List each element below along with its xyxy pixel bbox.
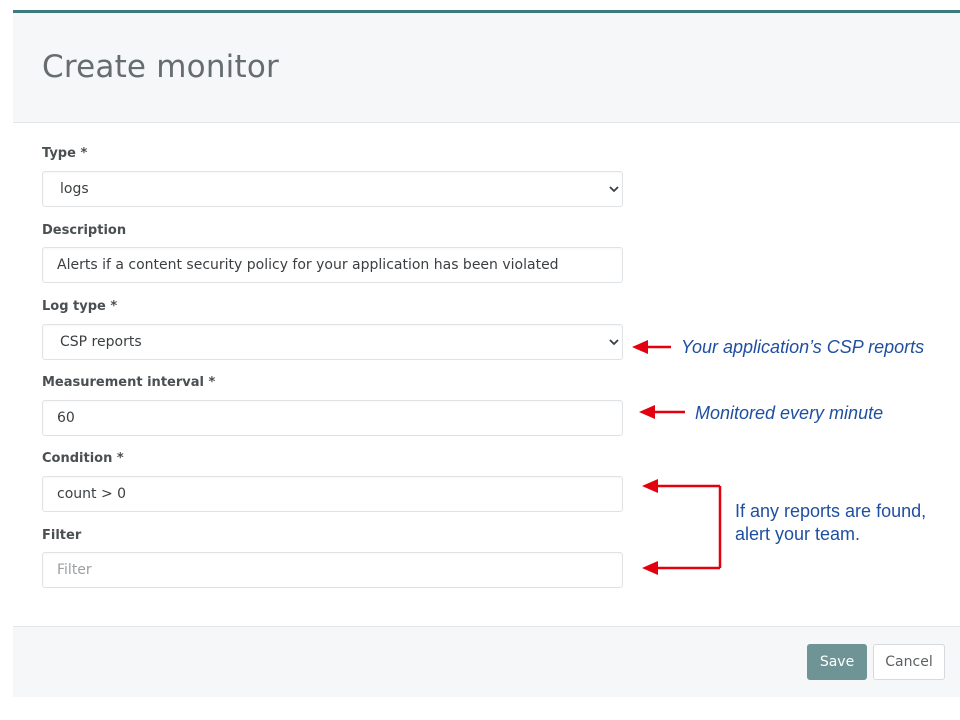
- modal-footer: Save Cancel: [13, 626, 960, 697]
- annotation-csp: Your application’s CSP reports: [681, 337, 925, 357]
- cancel-button[interactable]: Cancel: [873, 644, 945, 680]
- chevron-down-icon: [609, 339, 619, 346]
- annotation-interval: Monitored every minute: [695, 403, 884, 423]
- type-label: Type *: [42, 146, 88, 161]
- log-type-select-value: CSP reports: [60, 334, 142, 350]
- condition-input[interactable]: count > 0: [42, 476, 623, 512]
- description-input[interactable]: Alerts if a content security policy for …: [42, 247, 623, 283]
- modal-title: Create monitor: [42, 49, 279, 85]
- annotation-alert-line1: If any reports are found,: [735, 501, 927, 521]
- log-type-select[interactable]: CSP reports: [42, 324, 623, 360]
- annotation-alert: If any reports are found, alert your tea…: [735, 500, 926, 546]
- filter-input[interactable]: Filter: [42, 552, 623, 588]
- description-label: Description: [42, 223, 127, 238]
- condition-input-value: count > 0: [57, 486, 127, 502]
- type-select-value: logs: [60, 181, 89, 197]
- filter-placeholder: Filter: [57, 562, 92, 578]
- measurement-interval-input[interactable]: 60: [42, 400, 623, 436]
- filter-label: Filter: [42, 528, 82, 543]
- modal-header: Create monitor: [13, 13, 960, 123]
- chevron-down-icon: [609, 186, 619, 193]
- type-select[interactable]: logs: [42, 171, 623, 207]
- measurement-interval-label: Measurement interval *: [42, 375, 216, 390]
- save-button[interactable]: Save: [807, 644, 867, 680]
- annotation-alert-line2: alert your team.: [735, 524, 861, 544]
- measurement-interval-value: 60: [57, 410, 75, 426]
- log-type-label: Log type *: [42, 299, 118, 314]
- condition-label: Condition *: [42, 451, 124, 466]
- description-input-value: Alerts if a content security policy for …: [57, 257, 559, 273]
